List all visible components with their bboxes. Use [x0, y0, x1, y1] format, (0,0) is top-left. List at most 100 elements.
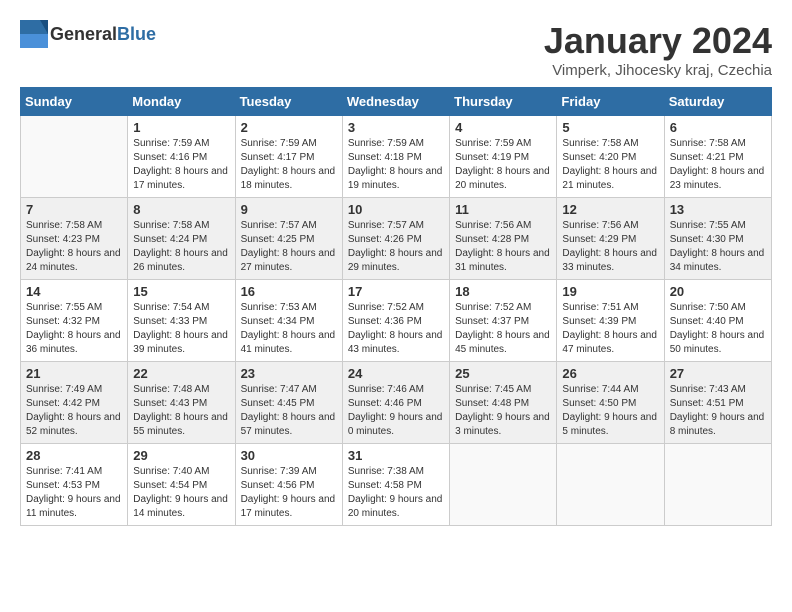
calendar-week-row: 1 Sunrise: 7:59 AM Sunset: 4:16 PM Daylig… [21, 116, 772, 198]
day-number: 12 [562, 202, 658, 217]
day-number: 6 [670, 120, 766, 135]
day-number: 27 [670, 366, 766, 381]
day-info: Sunrise: 7:39 AM Sunset: 4:56 PM Dayligh… [241, 465, 337, 521]
day-info: Sunrise: 7:44 AM Sunset: 4:50 PM Dayligh… [562, 383, 658, 439]
location-subtitle: Vimperk, Jihocesky kraj, Czechia [544, 62, 772, 79]
calendar-cell: 10 Sunrise: 7:57 AM Sunset: 4:26 PM Dayli… [342, 198, 449, 280]
calendar-cell: 30 Sunrise: 7:39 AM Sunset: 4:56 PM Dayli… [235, 444, 342, 526]
day-number: 21 [26, 366, 122, 381]
day-info: Sunrise: 7:52 AM Sunset: 4:37 PM Dayligh… [455, 301, 551, 357]
calendar-week-row: 28 Sunrise: 7:41 AM Sunset: 4:53 PM Dayli… [21, 444, 772, 526]
calendar-cell: 1 Sunrise: 7:59 AM Sunset: 4:16 PM Daylig… [128, 116, 235, 198]
calendar-week-row: 7Sunrise: 7:58 AM Sunset: 4:23 PM Daylig… [21, 198, 772, 280]
page-header: GeneralBlue January 2024 Vimperk, Jihoce… [20, 20, 772, 79]
calendar-cell: 3 Sunrise: 7:59 AM Sunset: 4:18 PM Daylig… [342, 116, 449, 198]
day-number: 24 [348, 366, 444, 381]
day-info: Sunrise: 7:38 AM Sunset: 4:58 PM Dayligh… [348, 465, 444, 521]
day-number: 2 [241, 120, 337, 135]
calendar-cell: 27 Sunrise: 7:43 AM Sunset: 4:51 PM Dayli… [664, 362, 771, 444]
day-number: 4 [455, 120, 551, 135]
day-number: 15 [133, 284, 229, 299]
logo: GeneralBlue [20, 20, 156, 48]
calendar-table: Sunday Monday Tuesday Wednesday Thursday… [20, 87, 772, 526]
calendar-cell [664, 444, 771, 526]
day-info: Sunrise: 7:50 AM Sunset: 4:40 PM Dayligh… [670, 301, 766, 357]
calendar-cell: 25 Sunrise: 7:45 AM Sunset: 4:48 PM Dayli… [450, 362, 557, 444]
calendar-cell: 9 Sunrise: 7:57 AM Sunset: 4:25 PM Daylig… [235, 198, 342, 280]
calendar-cell: 19 Sunrise: 7:51 AM Sunset: 4:39 PM Dayli… [557, 280, 664, 362]
day-number: 30 [241, 448, 337, 463]
col-saturday: Saturday [664, 88, 771, 116]
col-sunday: Sunday [21, 88, 128, 116]
day-info: Sunrise: 7:40 AM Sunset: 4:54 PM Dayligh… [133, 465, 229, 521]
calendar-cell: 15 Sunrise: 7:54 AM Sunset: 4:33 PM Dayli… [128, 280, 235, 362]
calendar-cell: 26 Sunrise: 7:44 AM Sunset: 4:50 PM Dayli… [557, 362, 664, 444]
day-info: Sunrise: 7:41 AM Sunset: 4:53 PM Dayligh… [26, 465, 122, 521]
day-number: 16 [241, 284, 337, 299]
day-number: 31 [348, 448, 444, 463]
day-number: 3 [348, 120, 444, 135]
calendar-cell: 4Sunrise: 7:59 AM Sunset: 4:19 PM Daylig… [450, 116, 557, 198]
day-number: 11 [455, 202, 551, 217]
day-info: Sunrise: 7:55 AM Sunset: 4:32 PM Dayligh… [26, 301, 122, 357]
calendar-header-row: Sunday Monday Tuesday Wednesday Thursday… [21, 88, 772, 116]
day-number: 25 [455, 366, 551, 381]
calendar-cell: 23 Sunrise: 7:47 AM Sunset: 4:45 PM Dayli… [235, 362, 342, 444]
month-title: January 2024 [544, 20, 772, 62]
day-info: Sunrise: 7:43 AM Sunset: 4:51 PM Dayligh… [670, 383, 766, 439]
calendar-cell: 18 Sunrise: 7:52 AM Sunset: 4:37 PM Dayli… [450, 280, 557, 362]
day-number: 28 [26, 448, 122, 463]
day-info: Sunrise: 7:51 AM Sunset: 4:39 PM Dayligh… [562, 301, 658, 357]
day-info: Sunrise: 7:53 AM Sunset: 4:34 PM Dayligh… [241, 301, 337, 357]
day-number: 26 [562, 366, 658, 381]
calendar-week-row: 14 Sunrise: 7:55 AM Sunset: 4:32 PM Dayli… [21, 280, 772, 362]
day-info: Sunrise: 7:56 AM Sunset: 4:28 PM Dayligh… [455, 219, 551, 275]
calendar-cell: 28 Sunrise: 7:41 AM Sunset: 4:53 PM Dayli… [21, 444, 128, 526]
calendar-cell: 6Sunrise: 7:58 AM Sunset: 4:21 PM Daylig… [664, 116, 771, 198]
day-info: Sunrise: 7:58 AM Sunset: 4:23 PM Dayligh… [26, 219, 122, 275]
col-wednesday: Wednesday [342, 88, 449, 116]
col-tuesday: Tuesday [235, 88, 342, 116]
calendar-cell: 22Sunrise: 7:48 AM Sunset: 4:43 PM Dayli… [128, 362, 235, 444]
day-number: 10 [348, 202, 444, 217]
col-thursday: Thursday [450, 88, 557, 116]
day-info: Sunrise: 7:58 AM Sunset: 4:24 PM Dayligh… [133, 219, 229, 275]
calendar-cell: 5 Sunrise: 7:58 AM Sunset: 4:20 PM Daylig… [557, 116, 664, 198]
calendar-cell [21, 116, 128, 198]
day-number: 18 [455, 284, 551, 299]
calendar-cell: 7Sunrise: 7:58 AM Sunset: 4:23 PM Daylig… [21, 198, 128, 280]
calendar-cell [450, 444, 557, 526]
day-number: 13 [670, 202, 766, 217]
day-number: 9 [241, 202, 337, 217]
day-number: 23 [241, 366, 337, 381]
day-info: Sunrise: 7:58 AM Sunset: 4:20 PM Dayligh… [562, 137, 658, 193]
day-number: 17 [348, 284, 444, 299]
day-info: Sunrise: 7:54 AM Sunset: 4:33 PM Dayligh… [133, 301, 229, 357]
calendar-cell: 11 Sunrise: 7:56 AM Sunset: 4:28 PM Dayli… [450, 198, 557, 280]
col-monday: Monday [128, 88, 235, 116]
calendar-cell: 13Sunrise: 7:55 AM Sunset: 4:30 PM Dayli… [664, 198, 771, 280]
day-number: 19 [562, 284, 658, 299]
logo-text-general: General [50, 24, 117, 44]
calendar-cell: 20 Sunrise: 7:50 AM Sunset: 4:40 PM Dayli… [664, 280, 771, 362]
day-number: 20 [670, 284, 766, 299]
day-number: 14 [26, 284, 122, 299]
calendar-week-row: 21 Sunrise: 7:49 AM Sunset: 4:42 PM Dayli… [21, 362, 772, 444]
day-number: 29 [133, 448, 229, 463]
day-info: Sunrise: 7:59 AM Sunset: 4:18 PM Dayligh… [348, 137, 444, 193]
day-number: 5 [562, 120, 658, 135]
day-info: Sunrise: 7:57 AM Sunset: 4:25 PM Dayligh… [241, 219, 337, 275]
day-info: Sunrise: 7:46 AM Sunset: 4:46 PM Dayligh… [348, 383, 444, 439]
calendar-cell: 29 Sunrise: 7:40 AM Sunset: 4:54 PM Dayli… [128, 444, 235, 526]
logo-text-blue: Blue [117, 24, 156, 44]
day-number: 1 [133, 120, 229, 135]
title-section: January 2024 Vimperk, Jihocesky kraj, Cz… [544, 20, 772, 79]
calendar-cell: 31 Sunrise: 7:38 AM Sunset: 4:58 PM Dayli… [342, 444, 449, 526]
day-info: Sunrise: 7:47 AM Sunset: 4:45 PM Dayligh… [241, 383, 337, 439]
day-info: Sunrise: 7:48 AM Sunset: 4:43 PM Dayligh… [133, 383, 229, 439]
day-info: Sunrise: 7:45 AM Sunset: 4:48 PM Dayligh… [455, 383, 551, 439]
calendar-cell: 16 Sunrise: 7:53 AM Sunset: 4:34 PM Dayli… [235, 280, 342, 362]
day-info: Sunrise: 7:59 AM Sunset: 4:16 PM Dayligh… [133, 137, 229, 193]
day-info: Sunrise: 7:49 AM Sunset: 4:42 PM Dayligh… [26, 383, 122, 439]
day-info: Sunrise: 7:57 AM Sunset: 4:26 PM Dayligh… [348, 219, 444, 275]
